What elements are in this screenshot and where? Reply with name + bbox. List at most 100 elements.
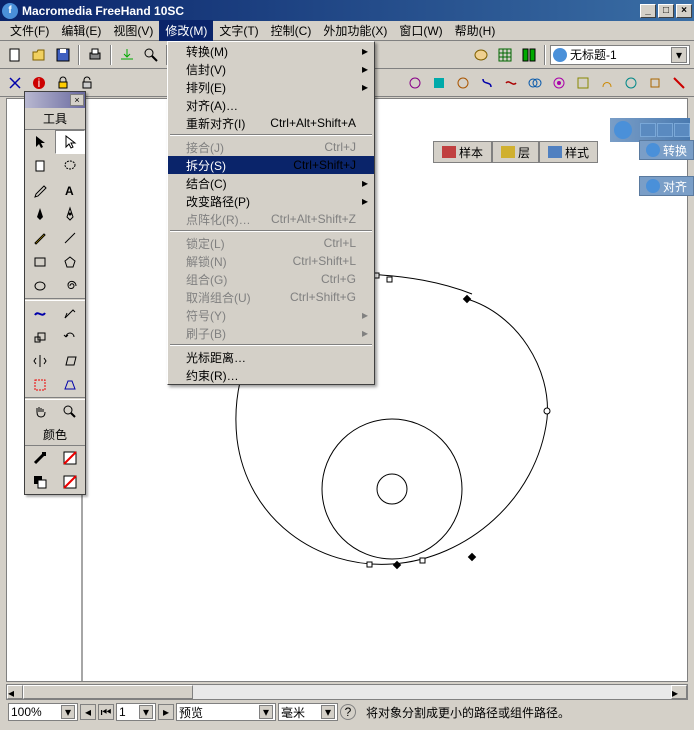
menuitem-8[interactable]: 结合(C)▸ [168,174,374,192]
side-tab-1[interactable]: 对齐 [639,176,694,196]
tools-panel-header[interactable]: × [25,92,85,108]
menuitem-7[interactable]: 拆分(S)Ctrl+Shift+J [168,156,374,174]
unit-combo[interactable]: 毫米 ▾ [278,703,338,721]
scroll-track[interactable] [23,685,671,699]
xtra3-button[interactable] [500,72,522,94]
page-combo[interactable]: 1 ▾ [116,703,156,721]
spiral-tool[interactable] [55,274,85,298]
grid-button[interactable] [494,44,516,66]
minimize-button[interactable]: _ [640,4,656,18]
menuitem-9[interactable]: 改变路径(P)▸ [168,192,374,210]
menu-0[interactable]: 文件(F) [4,20,55,41]
pencil-tool[interactable] [25,226,55,250]
print-button[interactable] [84,44,106,66]
pointer-tool[interactable] [25,130,55,154]
panels-button[interactable] [518,44,540,66]
xtra5-button[interactable] [548,72,570,94]
menu-3[interactable]: 修改(M) [159,20,213,41]
child-minimize-button[interactable] [640,123,656,137]
reflect-tool[interactable] [25,349,55,373]
view-combo[interactable]: 预览 ▾ [176,703,276,721]
side-tab-0[interactable]: 转换 [639,140,694,160]
xtra1-button[interactable] [452,72,474,94]
rotate-tool[interactable] [55,325,85,349]
palette-button[interactable] [470,44,492,66]
zoom-combo[interactable]: 100% ▾ [8,703,78,721]
sidetab-label: 对齐 [663,178,687,195]
xtra2-button[interactable] [476,72,498,94]
page-tool[interactable] [25,154,55,178]
page-prev-button[interactable]: ◂ [80,704,96,720]
import-button[interactable] [116,44,138,66]
menuitem-1[interactable]: 信封(V)▸ [168,60,374,78]
panel-tab-2[interactable]: 样式 [539,141,598,163]
lasso-tool[interactable] [55,154,85,178]
pen-tool[interactable] [25,202,55,226]
tools-close-button[interactable]: × [70,94,84,106]
subselect-tool[interactable] [55,130,85,154]
menu-5[interactable]: 控制(C) [265,20,318,41]
tools-panel: × 工具 A 颜色 [24,91,86,495]
trace-tool[interactable] [25,373,55,397]
scale-tool[interactable] [25,325,55,349]
menu-1[interactable]: 编辑(E) [55,20,107,41]
hand-tool[interactable] [25,400,55,424]
menuitem-4[interactable]: 重新对齐(I)Ctrl+Alt+Shift+A [168,114,374,132]
document-selector[interactable]: 无标题-1 ▾ [550,45,690,65]
menu-2[interactable]: 视图(V) [107,20,159,41]
menu-7[interactable]: 窗口(W) [393,20,448,41]
snap-button[interactable] [4,72,26,94]
text-tool[interactable]: A [55,178,85,202]
line-tool[interactable] [55,226,85,250]
maximize-button[interactable]: □ [658,4,674,18]
menuitem-3[interactable]: 对齐(A)… [168,96,374,114]
bezigon-tool[interactable] [55,202,85,226]
xtra8-button[interactable] [620,72,642,94]
fill-color[interactable] [55,446,85,470]
xtra4-button[interactable] [524,72,546,94]
effect-button[interactable] [404,72,426,94]
open-button[interactable] [28,44,50,66]
xtra7-button[interactable] [596,72,618,94]
effect2-button[interactable] [428,72,450,94]
panel-tab-0[interactable]: 样本 [433,141,492,163]
zoom-tool[interactable] [55,400,85,424]
menuitem-2[interactable]: 排列(E)▸ [168,78,374,96]
menu-6[interactable]: 外加功能(X) [317,20,393,41]
ellipse-tool[interactable] [25,274,55,298]
page-first-button[interactable]: ⏮ [98,704,114,720]
knife-tool[interactable] [55,301,85,325]
scroll-left-button[interactable]: ◂ [7,685,23,699]
tab-icon [548,146,562,158]
xtra10-button[interactable] [668,72,690,94]
rectangle-tool[interactable] [25,250,55,274]
horizontal-scrollbar[interactable]: ◂ ▸ [6,684,688,700]
xtra9-button[interactable] [644,72,666,94]
menu-8[interactable]: 帮助(H) [449,20,502,41]
menu-4[interactable]: 文字(T) [213,20,264,41]
stroke-color[interactable] [25,446,55,470]
save-button[interactable] [52,44,74,66]
close-button[interactable]: × [676,4,692,18]
freeform-tool[interactable] [25,301,55,325]
help-icon[interactable]: ? [340,704,356,720]
menuitem-19[interactable]: 光标距离… [168,348,374,366]
scroll-right-button[interactable]: ▸ [671,685,687,699]
xtra6-button[interactable] [572,72,594,94]
page-next-button[interactable]: ▸ [158,704,174,720]
perspective-tool[interactable] [55,373,85,397]
none-color[interactable] [55,470,85,494]
skew-tool[interactable] [55,349,85,373]
both-color[interactable] [25,470,55,494]
child-close-button[interactable] [674,123,690,137]
tools-panel-title: 工具 [25,108,85,130]
menuitem-0[interactable]: 转换(M)▸ [168,42,374,60]
new-button[interactable] [4,44,26,66]
child-restore-button[interactable] [657,123,673,137]
scroll-thumb[interactable] [23,685,193,699]
find-button[interactable] [140,44,162,66]
eyedropper-tool[interactable] [25,178,55,202]
polygon-tool[interactable] [55,250,85,274]
menuitem-20[interactable]: 约束(R)… [168,366,374,384]
panel-tab-1[interactable]: 层 [492,141,539,163]
